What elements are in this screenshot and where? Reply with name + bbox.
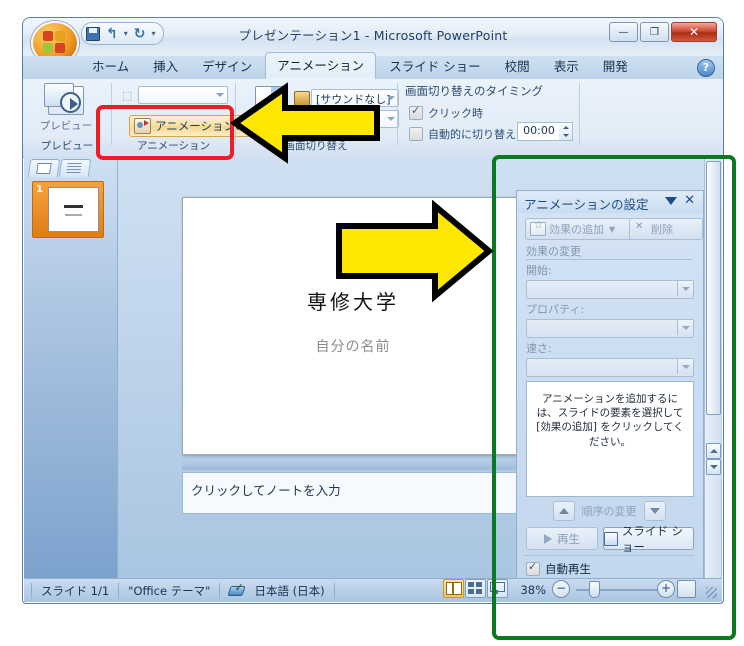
slide-subtitle-text[interactable]: 自分の名前 xyxy=(183,336,523,356)
tab-review[interactable]: 校閲 xyxy=(494,54,541,79)
slides-thumbnail-pane: 1 xyxy=(24,157,118,578)
tab-animation[interactable]: アニメーション xyxy=(265,52,377,79)
tab-view[interactable]: 表示 xyxy=(543,54,590,79)
help-icon[interactable]: ? xyxy=(697,59,715,77)
advance-time-input[interactable]: 00:00 xyxy=(517,122,561,141)
chevron-down-icon xyxy=(387,96,395,100)
normal-view-icon[interactable] xyxy=(443,579,464,598)
advance-on-click-checkbox[interactable] xyxy=(409,104,423,120)
transition-timing-label: 画面切り替えのタイミング xyxy=(405,84,543,98)
yellow-arrow-left xyxy=(229,82,380,164)
divider xyxy=(579,83,580,145)
divider xyxy=(397,83,398,145)
advance-automatically-label: 自動的に切り替え: xyxy=(428,128,520,141)
animate-combo[interactable] xyxy=(138,86,228,104)
slide-sorter-icon[interactable] xyxy=(465,579,486,598)
chevron-down-icon xyxy=(216,93,224,97)
status-language[interactable]: 日本語 (日本) xyxy=(220,581,335,599)
tab-slideshow[interactable]: スライド ショー xyxy=(378,54,491,79)
ribbon-tab-strip: ホーム 挿入 デザイン アニメーション スライド ショー 校閲 表示 開発 ? xyxy=(23,52,723,80)
pane-tabs xyxy=(27,159,92,177)
tab-home[interactable]: ホーム xyxy=(81,54,140,79)
close-button[interactable]: ✕ xyxy=(671,22,717,42)
window-controls: — ❐ ✕ xyxy=(609,22,717,42)
notes-pane[interactable]: クリックしてノートを入力 xyxy=(182,472,524,514)
preview-icon xyxy=(44,83,84,115)
status-theme[interactable]: "Office テーマ" xyxy=(119,582,221,599)
arrow-down-icon[interactable] xyxy=(562,134,569,138)
status-slide-count[interactable]: スライド 1/1 xyxy=(31,582,120,599)
preview-button[interactable]: プレビュー xyxy=(37,83,95,134)
preview-button-label: プレビュー xyxy=(39,120,93,132)
title-bar: ↰ ▾ ↻ ▾ プレゼンテーション1 - Microsoft PowerPoin… xyxy=(23,18,723,65)
advance-on-click-label: クリック時 xyxy=(428,107,483,120)
advance-automatically-row[interactable]: 自動的に切り替え: xyxy=(409,126,520,142)
advance-time-stepper[interactable] xyxy=(559,122,573,141)
minimize-button[interactable]: — xyxy=(609,22,638,42)
spellcheck-icon[interactable] xyxy=(229,581,246,597)
tab-developer[interactable]: 開発 xyxy=(592,54,639,79)
chevron-down-icon xyxy=(387,117,395,121)
arrow-up-icon[interactable] xyxy=(562,125,569,129)
tab-insert[interactable]: 挿入 xyxy=(142,54,189,79)
yellow-arrow-right xyxy=(336,199,494,303)
slide-thumbnail-icon xyxy=(36,163,52,174)
slide-thumbnail-1[interactable]: 1 xyxy=(32,181,104,238)
notes-splitter[interactable] xyxy=(182,460,524,470)
advance-automatically-checkbox[interactable] xyxy=(409,127,423,141)
tab-design[interactable]: デザイン xyxy=(191,54,263,79)
notes-placeholder: クリックしてノートを入力 xyxy=(191,483,341,498)
tab-slides[interactable] xyxy=(27,159,61,177)
outline-icon xyxy=(66,163,82,173)
animate-label-icon: ⬚ xyxy=(122,89,133,102)
advance-on-click-row[interactable]: クリック時 xyxy=(409,104,483,121)
maximize-button[interactable]: ❐ xyxy=(640,22,669,42)
green-highlight-annotation xyxy=(492,155,736,640)
slide-thumbnail-number: 1 xyxy=(36,184,43,195)
red-highlight-annotation xyxy=(96,105,234,160)
status-language-label: 日本語 (日本) xyxy=(254,583,325,598)
slide-thumbnail-page xyxy=(48,187,99,232)
tab-outline[interactable] xyxy=(58,159,92,177)
